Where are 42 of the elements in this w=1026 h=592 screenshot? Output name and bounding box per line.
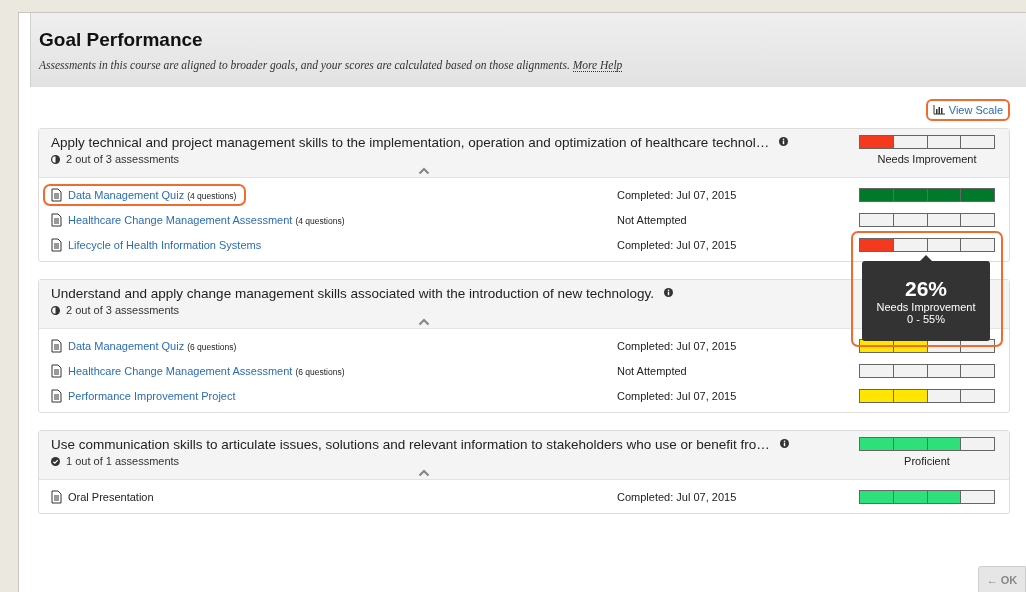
document-icon xyxy=(51,212,62,227)
assessment-status: Not Attempted xyxy=(617,364,688,377)
info-icon[interactable] xyxy=(664,288,674,297)
view-scale-link[interactable]: View Scale xyxy=(925,99,1010,121)
document-icon xyxy=(51,237,62,252)
info-icon[interactable] xyxy=(779,137,789,146)
goal-title: Apply technical and project management skills to the implementation, operation and optimization of healthcare technol… xyxy=(51,135,770,150)
goal-title: Understand and apply change management skills associated with the introduction of new technology. xyxy=(51,286,655,301)
score-range: 0 - 55% xyxy=(907,312,945,325)
bar-chart-icon xyxy=(932,105,945,115)
page-title: Goal Performance xyxy=(39,29,204,51)
score-percent: 26% xyxy=(905,276,947,301)
document-icon xyxy=(51,338,62,353)
more-help-link[interactable]: More Help xyxy=(572,59,623,72)
page-description: Assessments in this course are aligned to broader goals, and your scores are calculated based on those alignments. More Help xyxy=(39,59,624,71)
collapse-button[interactable] xyxy=(418,167,430,175)
assessment-count: 1 out of 1 assessments xyxy=(66,455,180,467)
rating-label: Needs Improvement xyxy=(877,153,977,165)
assessment-status: Completed: Jul 07, 2015 xyxy=(617,188,738,201)
assessment-count: 2 out of 3 assessments xyxy=(66,304,180,316)
rating-label: Proficient xyxy=(904,455,950,467)
assessment-link[interactable]: Healthcare Change Management Assessment (6 questions) xyxy=(68,364,345,377)
assessment-status: Completed: Jul 07, 2015 xyxy=(617,339,738,352)
assessment-link[interactable]: Lifecycle of Health Information Systems xyxy=(68,238,262,251)
assessment-status: Not Attempted xyxy=(617,213,688,226)
assessment-status: Completed: Jul 07, 2015 xyxy=(617,490,738,503)
assessment-link[interactable]: Data Management Quiz (6 questions) xyxy=(68,339,237,352)
assessment-count: 2 out of 3 assessments xyxy=(66,153,180,165)
assessment-title: Oral Presentation xyxy=(68,490,154,503)
assessment-status: Completed: Jul 07, 2015 xyxy=(617,389,738,402)
collapse-button[interactable] xyxy=(418,318,430,326)
info-icon[interactable] xyxy=(779,439,789,448)
score-rating: Needs Improvement xyxy=(876,300,976,313)
assessment-link[interactable]: Performance Improvement Project xyxy=(68,389,236,402)
document-icon xyxy=(51,489,62,504)
assessment-link[interactable]: Healthcare Change Management Assessment (4 questions) xyxy=(68,213,345,226)
document-icon xyxy=(51,187,62,202)
document-icon xyxy=(51,388,62,403)
document-icon xyxy=(51,363,62,378)
assessment-status: Completed: Jul 07, 2015 xyxy=(617,238,738,251)
collapse-button[interactable] xyxy=(418,469,430,477)
goal-title: Use communication skills to articulate issues, solutions and relevant information to stakeholders who use or benefit fro… xyxy=(51,437,770,452)
